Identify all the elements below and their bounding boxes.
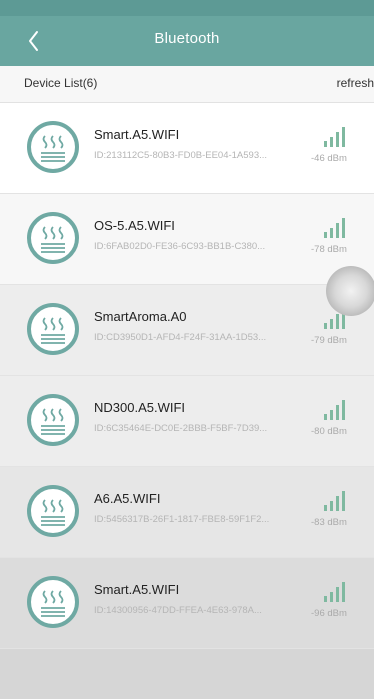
device-row[interactable]: Smart.A5.WIFI ID:213112C5-80B3-FD0B-EE04…	[0, 103, 374, 194]
device-id: ID:CD3950D1-AFD4-F24F-31AA-1D53...	[94, 332, 267, 343]
diffuser-icon	[27, 576, 79, 628]
refresh-button[interactable]: refresh	[337, 76, 374, 90]
device-row[interactable]: OS-5.A5.WIFI ID:6FAB02D0-FE36-6C93-BB1B-…	[0, 194, 374, 285]
device-row[interactable]: Smart.A5.WIFI ID:14300956-47DD-FFEA-4E63…	[0, 558, 374, 649]
signal-strength: -46 dBm	[311, 153, 347, 164]
signal-strength: -96 dBm	[311, 608, 347, 619]
diffuser-icon	[27, 212, 79, 264]
device-row[interactable]: SmartAroma.A0 ID:CD3950D1-AFD4-F24F-31AA…	[0, 285, 374, 376]
page-title: Bluetooth	[154, 30, 220, 47]
signal-bars-icon	[324, 218, 345, 238]
device-name: ND300.A5.WIFI	[94, 400, 186, 415]
device-list: Smart.A5.WIFI ID:213112C5-80B3-FD0B-EE04…	[0, 103, 374, 649]
device-name: Smart.A5.WIFI	[94, 127, 180, 142]
device-name: OS-5.A5.WIFI	[94, 218, 175, 233]
diffuser-icon	[27, 121, 79, 173]
signal-strength: -79 dBm	[311, 335, 347, 346]
status-bar	[0, 0, 374, 16]
device-id: ID:6C35464E-DC0E-2BBB-F5BF-7D39...	[94, 423, 268, 434]
bottom-area	[0, 649, 374, 699]
title-bar: Bluetooth	[0, 16, 374, 66]
device-id: ID:14300956-47DD-FFEA-4E63-978A...	[94, 605, 262, 616]
device-row[interactable]: A6.A5.WIFI ID:5456317B-26F1-1817-FBE8-59…	[0, 467, 374, 558]
device-list-header: Device List(6) refresh	[0, 66, 374, 103]
signal-bars-icon	[324, 582, 345, 602]
signal-strength: -78 dBm	[311, 244, 347, 255]
device-name: Smart.A5.WIFI	[94, 582, 180, 597]
signal-bars-icon	[324, 400, 345, 420]
device-name: SmartAroma.A0	[94, 309, 187, 324]
device-id: ID:6FAB02D0-FE36-6C93-BB1B-C380...	[94, 241, 266, 252]
device-name: A6.A5.WIFI	[94, 491, 161, 506]
diffuser-icon	[27, 394, 79, 446]
diffuser-icon	[27, 485, 79, 537]
device-id: ID:5456317B-26F1-1817-FBE8-59F1F2...	[94, 514, 270, 525]
device-count-label: Device List(6)	[24, 76, 98, 90]
diffuser-icon	[27, 303, 79, 355]
signal-bars-icon	[324, 491, 345, 511]
signal-bars-icon	[324, 127, 345, 147]
device-id: ID:213112C5-80B3-FD0B-EE04-1A593...	[94, 150, 268, 161]
signal-strength: -80 dBm	[311, 426, 347, 437]
device-row[interactable]: ND300.A5.WIFI ID:6C35464E-DC0E-2BBB-F5BF…	[0, 376, 374, 467]
touch-indicator	[326, 266, 374, 316]
signal-strength: -83 dBm	[311, 517, 347, 528]
